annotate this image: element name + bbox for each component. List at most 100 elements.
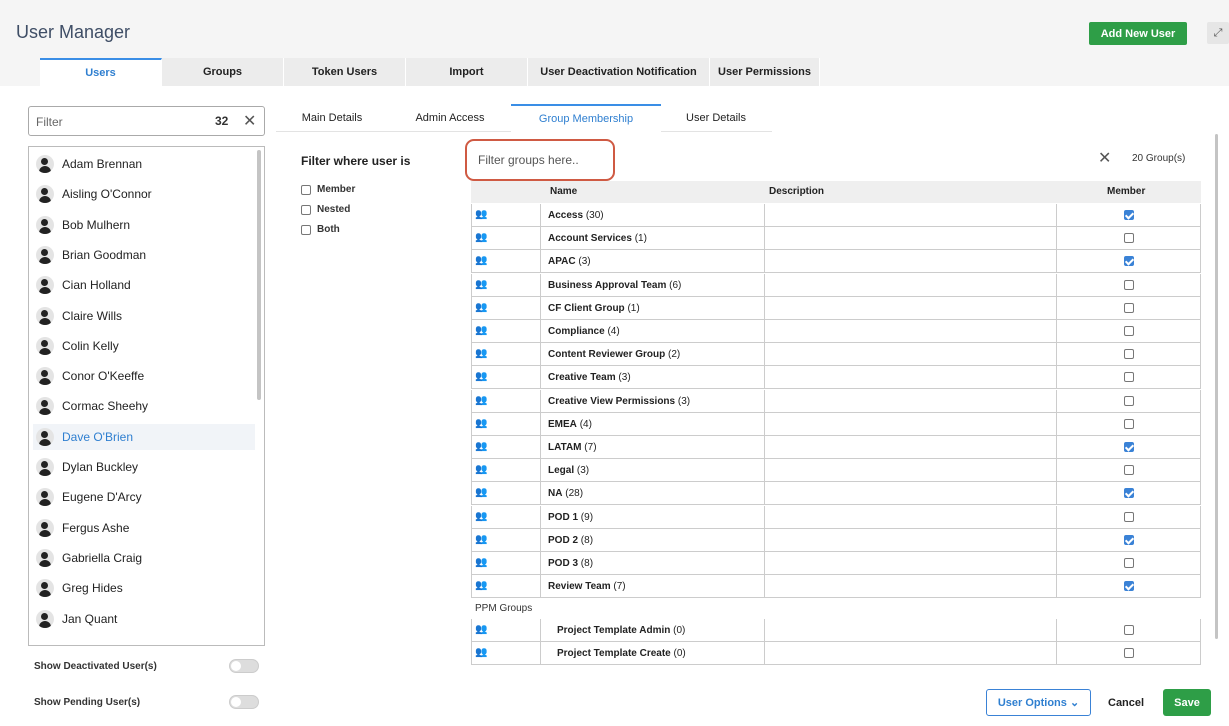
- member-checkbox[interactable]: [1124, 302, 1134, 313]
- user-avatar-icon: [36, 185, 54, 204]
- member-checkbox[interactable]: [1124, 488, 1134, 499]
- member-checkbox[interactable]: [1124, 279, 1134, 290]
- member-checkbox[interactable]: [1124, 648, 1134, 659]
- cancel-button[interactable]: Cancel: [1108, 697, 1144, 709]
- nested-checkbox[interactable]: Nested: [301, 204, 350, 215]
- table-row: 👥 Content Reviewer Group (2): [471, 343, 1201, 367]
- table-row: 👥 Creative View Permissions (3): [471, 389, 1201, 413]
- table-row: 👥 LATAM (7): [471, 436, 1201, 459]
- list-item[interactable]: Claire Wills: [33, 303, 255, 329]
- table-row: 👥 Compliance (4): [471, 320, 1201, 343]
- list-item[interactable]: Colin Kelly: [33, 333, 255, 359]
- user-avatar-icon: [36, 548, 54, 567]
- group-name: Content Reviewer Group (2): [548, 349, 681, 361]
- expand-icon[interactable]: ⤢: [1207, 22, 1229, 44]
- tab-groups[interactable]: Groups: [162, 58, 284, 86]
- user-filter-placeholder: Filter: [36, 115, 63, 129]
- table-row: 👥 POD 1 (9): [471, 505, 1201, 529]
- tab-users[interactable]: Users: [40, 58, 162, 86]
- list-item[interactable]: Dylan Buckley: [33, 454, 255, 480]
- member-checkbox[interactable]: [1124, 511, 1134, 522]
- member-checkbox[interactable]: [1124, 625, 1134, 635]
- list-item[interactable]: Cian Holland: [33, 272, 255, 298]
- description-column-header: Description: [769, 186, 825, 197]
- tab-user-permissions[interactable]: User Permissions: [710, 58, 820, 86]
- clear-group-filter-icon[interactable]: ✕: [1098, 148, 1111, 168]
- table-scrollbar[interactable]: [1215, 134, 1218, 639]
- user-name: Greg Hides: [62, 581, 123, 596]
- member-checkbox[interactable]: [1124, 349, 1134, 360]
- both-label: Both: [317, 224, 340, 235]
- user-avatar-icon: [36, 336, 54, 355]
- member-checkbox[interactable]: [1124, 395, 1134, 406]
- member-checkbox[interactable]: [1124, 442, 1134, 452]
- add-new-user-button[interactable]: Add New User: [1089, 22, 1187, 45]
- list-item[interactable]: Fergus Ashe: [33, 515, 255, 541]
- group-name: Legal (3): [548, 465, 590, 477]
- group-icon: 👥: [475, 647, 488, 659]
- checkbox-icon[interactable]: [301, 184, 311, 195]
- group-icon: 👥: [475, 301, 488, 313]
- user-list-scrollbar[interactable]: [257, 150, 261, 400]
- checkbox-icon[interactable]: [301, 224, 311, 235]
- show-pending-toggle[interactable]: [229, 695, 259, 709]
- list-item[interactable]: Cormac Sheehy: [33, 393, 255, 419]
- group-name: APAC (3): [548, 256, 591, 268]
- group-name: EMEA (4): [548, 418, 592, 430]
- user-avatar-icon: [36, 397, 54, 416]
- list-item[interactable]: Conor O'Keeffe: [33, 363, 255, 389]
- member-checkbox[interactable]: [1124, 210, 1134, 220]
- user-name: Cian Holland: [62, 278, 131, 293]
- user-name: Brian Goodman: [62, 247, 147, 262]
- subtab-admin-access[interactable]: Admin Access: [400, 104, 500, 132]
- list-item[interactable]: Eugene D'Arcy: [33, 484, 255, 510]
- list-item[interactable]: Greg Hides: [33, 575, 255, 601]
- user-avatar-icon: [36, 579, 54, 598]
- user-list[interactable]: Adam Brennan Aisling O'Connor Bob Mulhern B…: [28, 146, 265, 646]
- user-avatar-icon: [36, 367, 54, 386]
- user-name: Conor O'Keeffe: [62, 369, 145, 384]
- member-checkbox[interactable]: [1124, 372, 1134, 383]
- member-checkbox[interactable]: [1124, 233, 1134, 244]
- user-avatar-icon: [36, 609, 54, 628]
- group-filter-input[interactable]: Filter groups here..: [465, 139, 615, 181]
- member-checkbox[interactable]: Member: [301, 184, 355, 195]
- subtab-group-membership[interactable]: Group Membership: [511, 104, 661, 132]
- member-checkbox[interactable]: [1124, 256, 1134, 267]
- user-avatar-icon: [36, 155, 54, 173]
- show-deactivated-toggle[interactable]: [229, 659, 259, 673]
- list-item[interactable]: Jan Quant: [33, 606, 255, 632]
- member-checkbox[interactable]: [1124, 581, 1134, 592]
- user-options-button[interactable]: User Options ⌄: [986, 689, 1091, 716]
- list-item[interactable]: Bob Mulhern: [33, 212, 255, 238]
- group-icon: 👥: [475, 371, 488, 383]
- checkbox-icon[interactable]: [301, 204, 311, 215]
- list-item[interactable]: Brian Goodman: [33, 242, 255, 268]
- tab-token-users[interactable]: Token Users: [284, 58, 406, 86]
- group-name: NA (28): [548, 488, 584, 500]
- member-checkbox[interactable]: [1124, 534, 1134, 545]
- clear-filter-icon[interactable]: ✕: [243, 111, 256, 131]
- user-avatar-icon: [36, 488, 54, 507]
- save-button[interactable]: Save: [1163, 689, 1211, 716]
- table-header: Name Description Member: [471, 181, 1201, 203]
- user-name: Gabriella Craig: [62, 550, 143, 565]
- member-checkbox[interactable]: [1124, 326, 1134, 336]
- list-item[interactable]: Adam Brennan: [33, 151, 255, 177]
- subtab-user-details[interactable]: User Details: [672, 104, 760, 132]
- member-column-header: Member: [1107, 186, 1146, 197]
- user-filter-input[interactable]: Filter 32 ✕: [28, 106, 265, 136]
- subtab-main-details[interactable]: Main Details: [276, 104, 388, 132]
- group-name: Access (30): [548, 210, 604, 221]
- tab-import[interactable]: Import: [406, 58, 528, 86]
- member-checkbox[interactable]: [1124, 558, 1134, 568]
- list-item[interactable]: Aisling O'Connor: [33, 181, 255, 207]
- user-name: Fergus Ashe: [62, 520, 130, 535]
- member-checkbox[interactable]: [1124, 418, 1134, 429]
- tab-user-deactivation-notification[interactable]: User Deactivation Notification: [528, 58, 710, 86]
- list-item[interactable]: Gabriella Craig: [33, 545, 255, 571]
- both-checkbox[interactable]: Both: [301, 224, 340, 235]
- member-checkbox[interactable]: [1124, 465, 1134, 476]
- list-item[interactable]: Dave O'Brien: [33, 423, 255, 450]
- user-name: Cormac Sheehy: [62, 399, 149, 414]
